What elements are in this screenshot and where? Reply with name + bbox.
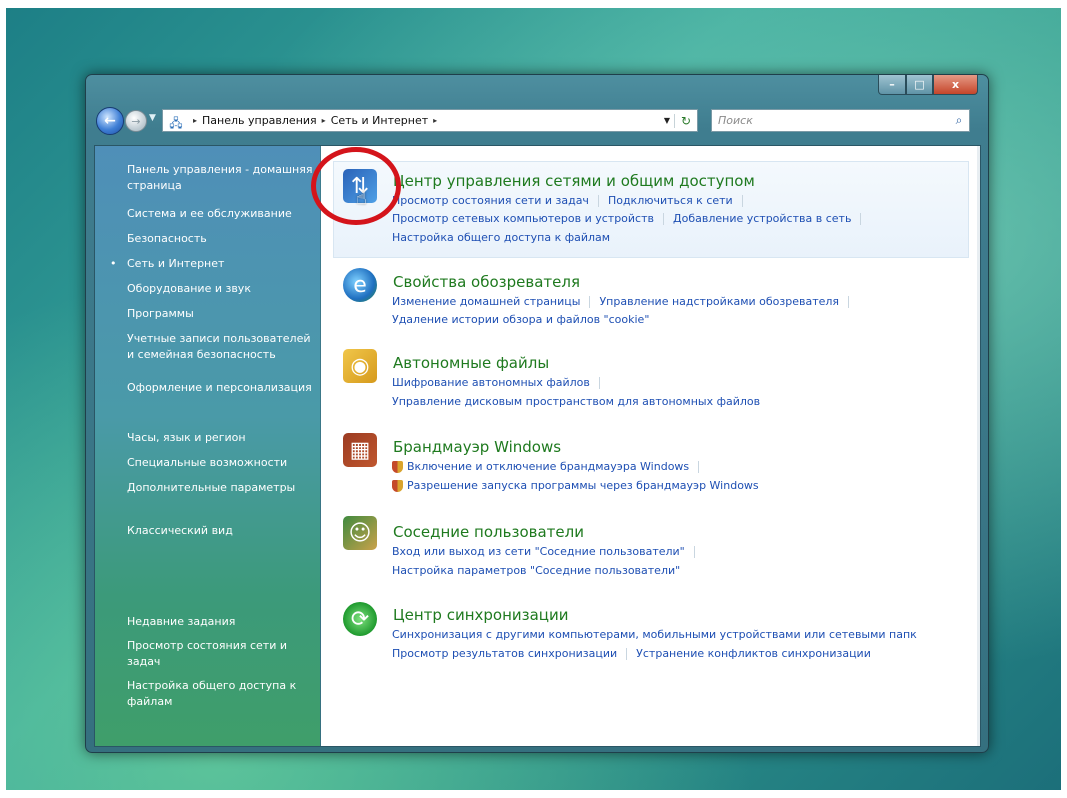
category-title[interactable]: Центр управления сетями и общим доступом (393, 172, 755, 190)
people-near-me-icon[interactable]: ☺ (343, 516, 377, 550)
window-controls: – □ x (878, 75, 978, 95)
annotation-circle (311, 147, 401, 225)
offline-files-icon[interactable]: ◉ (343, 349, 377, 383)
navigation-bar: ← → ▼ 🖧 ▸ Панель управления ▸ Сеть и Инт… (94, 105, 980, 135)
task-link[interactable]: Удаление истории обзора и файлов "cookie… (392, 313, 649, 326)
link-row: Изменение домашней страницы Управление н… (392, 295, 858, 308)
task-link[interactable]: Настройка общего доступа к файлам (392, 231, 610, 244)
chevron-down-icon: ▼ (149, 113, 156, 123)
sidebar-item-home[interactable]: Панель управления - домашняя страница (127, 162, 317, 194)
task-link[interactable]: Шифрование автономных файлов (392, 376, 590, 389)
sidebar: Панель управления - домашняя страница Си… (95, 146, 320, 746)
breadcrumb-separator: ▸ (433, 116, 438, 125)
sidebar-item-accessibility[interactable]: Специальные возможности (127, 455, 317, 471)
sidebar-item-user-accounts[interactable]: Учетные записи пользователей и семейная … (127, 331, 317, 363)
close-button[interactable]: x (933, 75, 978, 95)
sidebar-item-network[interactable]: Сеть и Интернет (110, 256, 317, 272)
maximize-button[interactable]: □ (906, 75, 933, 95)
address-dropdown-icon[interactable]: ▼ (660, 116, 674, 125)
sidebar-item-programs[interactable]: Программы (127, 306, 317, 322)
minimize-button[interactable]: – (878, 75, 906, 95)
search-box[interactable]: Поиск ⌕ (711, 109, 970, 132)
hand-cursor-icon: ☝ (356, 188, 367, 209)
sidebar-item-system[interactable]: Система и ее обслуживание (127, 206, 317, 222)
link-row: Шифрование автономных файлов (392, 376, 609, 389)
content-area: Панель управления - домашняя страница Си… (94, 145, 981, 747)
sidebar-item-clock-region[interactable]: Часы, язык и регион (127, 430, 317, 446)
sidebar-item-hardware[interactable]: Оборудование и звук (127, 281, 317, 297)
task-link[interactable]: Просмотр результатов синхронизации (392, 647, 617, 660)
recent-pages-dropdown[interactable]: ▼ (149, 113, 156, 123)
link-row: Удаление истории обзора и файлов "cookie… (392, 313, 649, 326)
link-row: Просмотр сетевых компьютеров и устройств… (392, 212, 870, 225)
category-title[interactable]: Автономные файлы (393, 354, 549, 372)
sidebar-item-additional[interactable]: Дополнительные параметры (127, 480, 317, 496)
breadcrumb-network-internet[interactable]: Сеть и Интернет (331, 114, 428, 127)
breadcrumb-separator: ▸ (321, 116, 326, 125)
arrow-right-icon: → (131, 114, 141, 128)
back-button[interactable]: ← (96, 107, 124, 135)
task-link[interactable]: Управление дисковым пространством для ав… (392, 395, 760, 408)
refresh-icon[interactable]: ↻ (674, 113, 697, 128)
link-row: Вход или выход из сети "Соседние пользов… (392, 545, 704, 558)
task-link[interactable]: Настройка параметров "Соседние пользоват… (392, 564, 680, 577)
breadcrumb-control-panel[interactable]: Панель управления (202, 114, 317, 127)
link-row: Управление дисковым пространством для ав… (392, 395, 760, 408)
recent-tasks-title: Недавние задания (127, 615, 236, 628)
task-link[interactable]: Управление надстройками обозревателя (599, 295, 839, 308)
sidebar-item-security[interactable]: Безопасность (127, 231, 317, 247)
task-link[interactable]: Добавление устройства в сеть (673, 212, 851, 225)
task-link[interactable]: Включение и отключение брандмауэра Windo… (407, 460, 689, 473)
task-link[interactable]: Вход или выход из сети "Соседние пользов… (392, 545, 685, 558)
task-link[interactable]: Разрешение запуска программы через бранд… (407, 479, 759, 492)
desktop-background: – □ x ← → ▼ 🖧 ▸ Панель управления ▸ Сеть… (6, 8, 1061, 790)
search-input[interactable]: Поиск (712, 114, 949, 127)
search-icon[interactable]: ⌕ (949, 113, 969, 128)
link-row: Включение и отключение брандмауэра Windo… (392, 460, 708, 473)
sidebar-item-appearance[interactable]: Оформление и персонализация (127, 380, 317, 396)
category-title[interactable]: Свойства обозревателя (393, 273, 580, 291)
recent-task-item[interactable]: Просмотр состояния сети и задач (127, 638, 317, 670)
arrow-left-icon: ← (104, 113, 116, 129)
forward-button[interactable]: → (125, 110, 147, 132)
task-link[interactable]: Синхронизация с другими компьютерами, мо… (392, 628, 917, 641)
link-row: Настройка общего доступа к файлам (392, 231, 610, 244)
category-title[interactable]: Брандмауэр Windows (393, 438, 561, 456)
shield-icon (392, 479, 403, 492)
task-link[interactable]: Изменение домашней страницы (392, 295, 580, 308)
task-link[interactable]: Устранение конфликтов синхронизации (636, 647, 871, 660)
link-row: Просмотр состояния сети и задач Подключи… (392, 194, 752, 207)
control-panel-icon: 🖧 (169, 115, 183, 130)
internet-options-icon[interactable]: e (343, 268, 377, 302)
link-row: Синхронизация с другими компьютерами, мо… (392, 628, 917, 641)
shield-icon (392, 460, 403, 473)
task-link[interactable]: Подключиться к сети (608, 194, 733, 207)
category-title[interactable]: Центр синхронизации (393, 606, 569, 624)
scrollbar[interactable] (977, 146, 980, 746)
address-bar[interactable]: 🖧 ▸ Панель управления ▸ Сеть и Интернет … (162, 109, 698, 132)
firewall-icon[interactable]: ▦ (343, 433, 377, 467)
main-panel: ⇅ Центр управления сетями и общим доступ… (321, 146, 980, 746)
control-panel-window: – □ x ← → ▼ 🖧 ▸ Панель управления ▸ Сеть… (85, 74, 989, 753)
task-link[interactable]: Просмотр состояния сети и задач (392, 194, 589, 207)
classic-view-link[interactable]: Классический вид (127, 523, 317, 539)
breadcrumb-separator: ▸ (193, 116, 198, 125)
task-link[interactable]: Просмотр сетевых компьютеров и устройств (392, 212, 654, 225)
link-row: Просмотр результатов синхронизации Устра… (392, 647, 871, 660)
category-title[interactable]: Соседние пользователи (393, 523, 584, 541)
recent-task-item[interactable]: Настройка общего доступа к файлам (127, 678, 317, 710)
sync-center-icon[interactable]: ⟳ (343, 602, 377, 636)
link-row: Настройка параметров "Соседние пользоват… (392, 564, 680, 577)
link-row: Разрешение запуска программы через бранд… (392, 479, 759, 492)
